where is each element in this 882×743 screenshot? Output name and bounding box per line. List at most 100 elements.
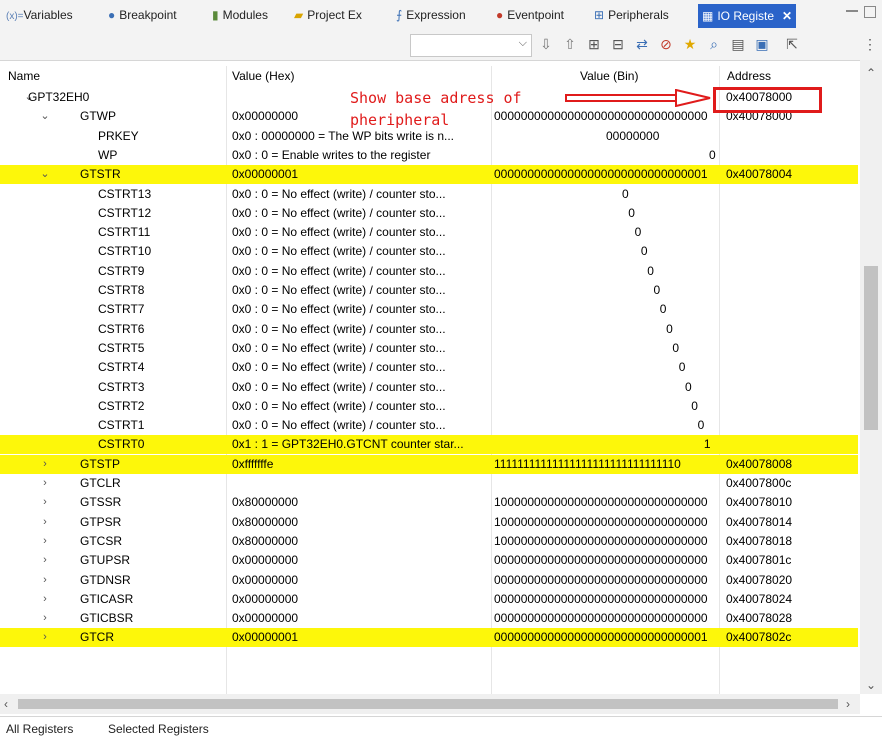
chevron-right-icon[interactable]: ›: [40, 571, 50, 590]
tab-project-explorer[interactable]: ▰ Project Ex: [294, 0, 362, 30]
register-value-bin: 10000000000000000000000000000000: [494, 533, 708, 548]
tab-expression[interactable]: ⨍ Expression: [396, 0, 466, 30]
minimize-icon[interactable]: [846, 10, 858, 12]
export-icon[interactable]: ⇱: [784, 36, 800, 52]
tab-eventpoint[interactable]: ● Eventpoint: [496, 0, 564, 30]
chevron-down-icon[interactable]: ⌄: [40, 107, 50, 126]
table-row[interactable]: CSTRT10 0x0 : 0 = No effect (write) / cou…: [0, 242, 858, 261]
register-value-bin: 00000000000000000000000000000001: [494, 630, 708, 645]
register-address: 0x4007802c: [726, 630, 792, 645]
table-row[interactable]: CSTRT5 0x0 : 0 = No effect (write) / coun…: [0, 339, 858, 358]
table-row[interactable]: › GTPSR 0x80000000 100000000000000000000000…: [0, 513, 858, 532]
register-address: 0x4007800c: [726, 476, 792, 490]
table-row[interactable]: CSTRT7 0x0 : 0 = No effect (write) / coun…: [0, 300, 858, 319]
register-value-hex: 0xfffffffe: [232, 456, 274, 471]
table-row[interactable]: CSTRT1 0x0 : 0 = No effect (write) / coun…: [0, 416, 858, 435]
register-value-hex: 0x0 : 0 = No effect (write) / counter st…: [232, 186, 446, 201]
column-header-name[interactable]: Name: [8, 66, 40, 86]
table-row[interactable]: WP 0x0 : 0 = Enable writes to the registe…: [0, 146, 858, 165]
table-header: Name Value (Hex) Value (Bin) Address: [0, 66, 858, 86]
chevron-right-icon[interactable]: ›: [40, 493, 50, 512]
table-row[interactable]: ⌄ GTSTR 0x00000001 000000000000000000000000…: [0, 165, 858, 185]
table-row[interactable]: CSTRT11 0x0 : 0 = No effect (write) / cou…: [0, 223, 858, 242]
tab-modules[interactable]: ▮ Modules: [212, 0, 268, 30]
table-row[interactable]: › GTUPSR 0x00000000 00000000000000000000000…: [0, 551, 858, 570]
table-row[interactable]: CSTRT3 0x0 : 0 = No effect (write) / coun…: [0, 378, 858, 397]
remove-icon[interactable]: ⊘: [658, 36, 674, 52]
tab-peripherals[interactable]: ⊞ Peripherals: [594, 0, 669, 30]
view-menu-icon[interactable]: ⋮: [862, 36, 878, 52]
column-header-address[interactable]: Address: [727, 66, 771, 86]
arrow-down-icon[interactable]: ⇩: [538, 36, 554, 52]
tab-label: Project Ex: [307, 8, 362, 22]
tab-label: Variables: [23, 8, 73, 22]
expand-all-icon[interactable]: ⊞: [586, 36, 602, 52]
table-row[interactable]: › GTDNSR 0x00000000 00000000000000000000000…: [0, 571, 858, 590]
register-address: [726, 242, 856, 261]
tab-io-registers[interactable]: ▦ IO Registe ✕: [698, 4, 797, 28]
close-icon[interactable]: ✕: [782, 9, 792, 23]
vertical-scrollbar[interactable]: ⌃ ⌄: [860, 60, 882, 694]
chevron-right-icon[interactable]: ›: [40, 474, 50, 493]
scroll-down-icon[interactable]: ⌄: [866, 678, 876, 692]
scroll-left-icon[interactable]: ‹: [4, 697, 8, 711]
chevron-right-icon[interactable]: ›: [40, 609, 50, 628]
chevron-right-icon[interactable]: ›: [40, 513, 50, 532]
register-address: 0x4007801c: [726, 553, 792, 568]
table-row[interactable]: › GTSSR 0x80000000 100000000000000000000000…: [0, 493, 858, 512]
column-header-bin[interactable]: Value (Bin): [580, 66, 638, 86]
register-address: [726, 339, 856, 358]
table-row[interactable]: › GTCR 0x00000001 0000000000000000000000000…: [0, 628, 858, 648]
table-row[interactable]: CSTRT4 0x0 : 0 = No effect (write) / coun…: [0, 358, 858, 377]
chevron-right-icon[interactable]: ›: [40, 455, 50, 474]
chevron-down-icon[interactable]: ⌄: [40, 165, 50, 184]
table-row[interactable]: › GTICASR 0x00000000 0000000000000000000000…: [0, 590, 858, 609]
register-filter-combo[interactable]: ⌵: [410, 34, 532, 57]
column-header-hex[interactable]: Value (Hex): [232, 66, 294, 86]
chevron-right-icon[interactable]: ›: [40, 628, 50, 647]
table-row[interactable]: CSTRT6 0x0 : 0 = No effect (write) / coun…: [0, 320, 858, 339]
maximize-icon[interactable]: [864, 6, 876, 18]
register-value-hex: 0x00000001: [232, 630, 299, 645]
tab-breakpoint[interactable]: ● Breakpoint: [108, 0, 177, 30]
chevron-right-icon[interactable]: ›: [40, 590, 50, 609]
tab-all-registers[interactable]: All Registers: [6, 722, 74, 736]
table-row[interactable]: › GTCLR 0x4007800c: [0, 474, 858, 493]
register-value-bin: 00000000000000000000000000000000: [494, 553, 708, 568]
register-address: 0x40078010: [726, 495, 793, 510]
horizontal-scrollbar[interactable]: ‹ ›: [0, 694, 860, 714]
register-address: 0x40078004: [726, 167, 793, 182]
register-value-bin: 00000000: [606, 128, 660, 143]
table-row[interactable]: CSTRT9 0x0 : 0 = No effect (write) / coun…: [0, 262, 858, 281]
refresh-icon[interactable]: ⇄: [634, 36, 650, 52]
search-icon[interactable]: ⌕: [706, 36, 722, 52]
register-value-hex: 0x0 : 0 = No effect (write) / counter st…: [232, 244, 446, 259]
table-row[interactable]: PRKEY 0x0 : 00000000 = The WP bits write …: [0, 127, 858, 146]
table-row[interactable]: › GTSTP 0xfffffffe 111111111111111111111111…: [0, 454, 858, 474]
table-row[interactable]: CSTRT12 0x0 : 0 = No effect (write) / cou…: [0, 204, 858, 223]
table-row[interactable]: › GTICBSR 0x00000000 0000000000000000000000…: [0, 609, 858, 628]
table-row[interactable]: › GTCSR 0x80000000 100000000000000000000000…: [0, 532, 858, 551]
tab-selected-registers[interactable]: Selected Registers: [108, 722, 209, 736]
scroll-right-icon[interactable]: ›: [846, 697, 850, 711]
scrollbar-thumb[interactable]: [864, 266, 878, 430]
register-value-bin: 1: [703, 437, 711, 452]
save-icon[interactable]: ▣: [754, 36, 770, 52]
register-value-hex: 0x0 : 0 = No effect (write) / counter st…: [232, 283, 446, 297]
scroll-up-icon[interactable]: ⌃: [866, 66, 876, 80]
table-row[interactable]: CSTRT0 0x1 : 1 = GPT32EH0.GTCNT counter s…: [0, 435, 858, 455]
arrow-up-icon[interactable]: ⇧: [562, 36, 578, 52]
tab-variables[interactable]: (x)=Variables: [6, 0, 73, 30]
table-row[interactable]: CSTRT13 0x0 : 0 = No effect (write) / cou…: [0, 185, 858, 204]
table-row[interactable]: CSTRT2 0x0 : 0 = No effect (write) / coun…: [0, 397, 858, 416]
table-row[interactable]: CSTRT8 0x0 : 0 = No effect (write) / coun…: [0, 281, 858, 300]
chevron-right-icon[interactable]: ›: [40, 532, 50, 551]
collapse-all-icon[interactable]: ⊟: [610, 36, 626, 52]
register-address: [726, 262, 856, 281]
favorite-icon[interactable]: ★: [682, 36, 698, 52]
print-icon[interactable]: ▤: [730, 36, 746, 52]
register-address: [726, 185, 856, 204]
view-tab-bar: (x)=Variables ● Breakpoint ▮ Modules ▰ Proj…: [0, 0, 882, 30]
scrollbar-thumb[interactable]: [18, 699, 838, 709]
chevron-right-icon[interactable]: ›: [40, 551, 50, 570]
